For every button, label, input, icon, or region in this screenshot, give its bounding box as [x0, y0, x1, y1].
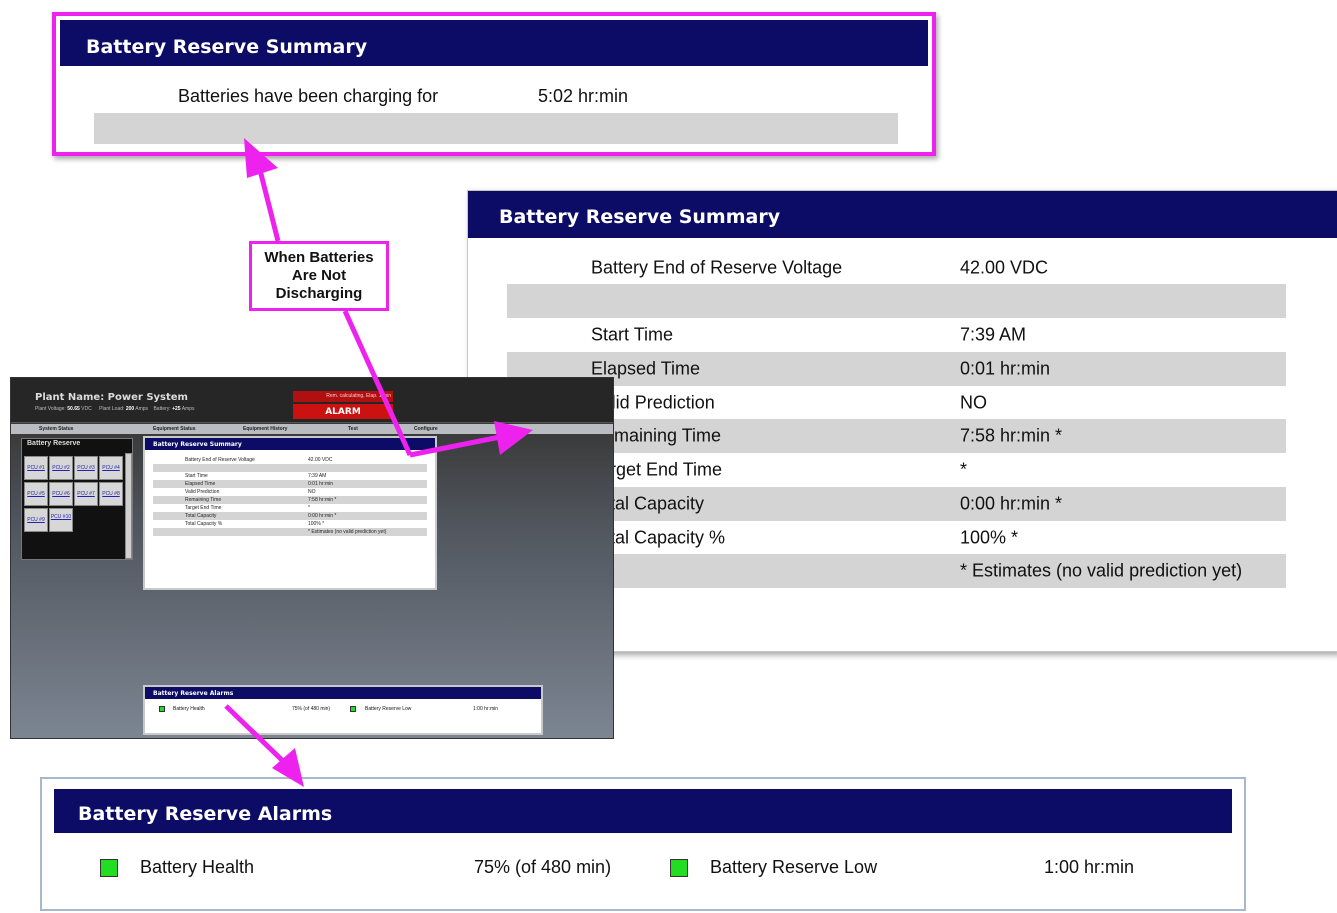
charging-value: 5:02 hr:min [538, 86, 629, 106]
summary-row-value: 42.00 VDC [960, 257, 1049, 277]
mini-alarms-title: Battery Reserve Alarms [145, 687, 541, 699]
sidebar-title: Battery Reserve [27, 440, 81, 447]
pcu-button[interactable]: PCU #6 [49, 482, 73, 506]
top-panel-title: Battery Reserve Summary [86, 36, 368, 58]
summary-row-value: * [960, 459, 968, 480]
summary-row-value: NO [960, 392, 987, 412]
alarm-button[interactable]: ALARM [293, 404, 393, 419]
top-highlight-frame: Battery Reserve Summary Batteries have b… [52, 12, 936, 156]
application-screenshot: Plant Name: Power System Plant Voltage: … [10, 377, 614, 739]
mini-row: Total Capacity % 100% * [153, 520, 427, 528]
mini-row: Valid Prediction NO [153, 488, 427, 496]
callout-box: When Batteries Are Not Discharging [249, 241, 389, 311]
summary-rows: Battery End of Reserve Voltage 42.00 VDC… [507, 251, 1286, 618]
callout-line-3: Discharging [275, 285, 363, 302]
battery-reserve-low-label: Battery Reserve Low [710, 857, 878, 877]
pcu-button[interactable]: PCU #4 [99, 456, 123, 480]
summary-row [507, 284, 1286, 318]
summary-row: Total Capacity % 100% * [507, 521, 1286, 554]
summary-row: Total Capacity 0:00 hr:min * [507, 487, 1286, 521]
callout-line-1: When Batteries [264, 249, 374, 266]
battery-unit: Amps [181, 406, 195, 412]
mini-row: Total Capacity 0:00 hr:min * [153, 512, 427, 520]
main-nav: System Status Equipment Status Equipment… [11, 424, 613, 434]
mini-row: Battery End of Reserve Voltage 42.00 VDC [153, 456, 427, 464]
top-panel-empty-row [94, 113, 898, 144]
battery-health-status-icon [100, 859, 118, 877]
mini-alarm-row: Battery Health 75% (of 480 min) Battery … [153, 705, 533, 715]
pcu-button[interactable]: PCU #2 [49, 456, 73, 480]
pcu-button[interactable]: PCU #9 [24, 508, 48, 532]
mini-row: Target End Time * [153, 504, 427, 512]
summary-row: Valid Prediction NO [507, 386, 1286, 419]
battery-health-label: Battery Health [140, 857, 255, 877]
battery-reserve-low-status-icon [670, 859, 688, 877]
summary-row: Start Time 7:39 AM [507, 318, 1286, 352]
summary-row: Target End Time * [507, 453, 1286, 487]
callout-line-2: Are Not [291, 267, 347, 284]
summary-row-label: Start Time [591, 324, 674, 345]
nav-configure[interactable]: Configure [414, 426, 438, 432]
summary-row: Elapsed Time 0:01 hr:min [507, 352, 1286, 386]
mini-summary-title: Battery Reserve Summary [145, 438, 435, 450]
pcu-button[interactable]: PCU #7 [74, 482, 98, 506]
alarms-panel-title: Battery Reserve Alarms [78, 803, 333, 825]
pcu-button[interactable]: PCU #5 [24, 482, 48, 506]
summary-row-value: 7:58 hr:min * [960, 425, 1063, 446]
pcu-button[interactable]: PCU #8 [99, 482, 123, 506]
battery-label: Battery: [153, 406, 171, 412]
mini-row: Start Time 7:39 AM [153, 472, 427, 480]
alarms-panel: Battery Reserve Alarms Battery Health 75… [40, 777, 1246, 911]
battery-reserve-sidebar: Battery Reserve PCU #1 PCU #2 PCU #3 PCU… [21, 438, 133, 560]
volt-unit: VDC [81, 406, 92, 412]
plant-voltage-label: Plant Voltage: [35, 406, 66, 412]
plant-load-label: Plant Load: [99, 406, 125, 412]
mini-row: * Estimates (no valid prediction yet) [153, 528, 427, 536]
alarms-panel-header: Battery Reserve Alarms [54, 789, 1232, 833]
status-square-icon [350, 706, 356, 712]
battery-health-value: 75% (of 480 min) [474, 857, 612, 877]
status-square-icon [159, 706, 165, 712]
mini-row [153, 464, 427, 472]
summary-row-label: Battery End of Reserve Voltage [591, 257, 843, 277]
top-panel-row: Batteries have been charging for 5:02 hr… [94, 78, 898, 113]
mini-summary-panel: Battery Reserve Summary Battery End of R… [143, 436, 437, 590]
battery-value: +25 [172, 406, 181, 412]
nav-equipment-history[interactable]: Equipment History [243, 426, 287, 432]
arrow-to-top-panel [257, 169, 281, 242]
alarms-row: Battery Health 75% (of 480 min) Battery … [84, 849, 1196, 887]
nav-test[interactable]: Test [348, 426, 358, 432]
plant-status-bar: Plant Name: Power System Plant Voltage: … [11, 378, 613, 423]
top-panel-header: Battery Reserve Summary [60, 20, 928, 66]
summary-row: Battery End of Reserve Voltage 42.00 VDC [507, 251, 1286, 284]
sidebar-scrollbar[interactable] [125, 453, 132, 559]
pcu-button[interactable]: PCU #3 [74, 456, 98, 480]
status-message: Rem. calculating, Elap. 1 min [293, 391, 393, 402]
summary-row-value: 0:01 hr:min [960, 358, 1051, 379]
plant-name: Plant Name: Power System [35, 392, 188, 403]
nav-equipment-status[interactable]: Equipment Status [153, 426, 196, 432]
battery-reserve-low-value: 1:00 hr:min [1044, 857, 1135, 877]
plant-voltage-value: 50.65 [67, 406, 80, 412]
plant-readouts: Plant Voltage: 50.65 VDC Plant Load: 200… [35, 406, 194, 412]
summary-row-value: * Estimates (no valid prediction yet) [960, 560, 1243, 581]
plant-load-value: 200 [125, 406, 135, 412]
summary-row-value: 7:39 AM [960, 324, 1027, 345]
pcu-button[interactable]: PCU #10 [49, 508, 73, 532]
summary-panel-header: Battery Reserve Summary [468, 191, 1337, 238]
mini-alarms-panel: Battery Reserve Alarms Battery Health 75… [143, 685, 543, 735]
mini-row: Remaining Time 7:58 hr:min * [153, 496, 427, 504]
nav-system-status[interactable]: System Status [39, 426, 73, 432]
charging-label: Batteries have been charging for [178, 86, 439, 106]
summary-row-value: 100% * [960, 527, 1019, 547]
summary-row: Remaining Time 7:58 hr:min * [507, 419, 1286, 453]
amps-unit: Amps [135, 406, 149, 412]
summary-row: * Estimates (no valid prediction yet) [507, 554, 1286, 588]
mini-row: Elapsed Time 0:01 hr:min [153, 480, 427, 488]
summary-row-value: 0:00 hr:min * [960, 493, 1063, 514]
pcu-button[interactable]: PCU #1 [24, 456, 48, 480]
summary-panel-title: Battery Reserve Summary [499, 206, 781, 228]
